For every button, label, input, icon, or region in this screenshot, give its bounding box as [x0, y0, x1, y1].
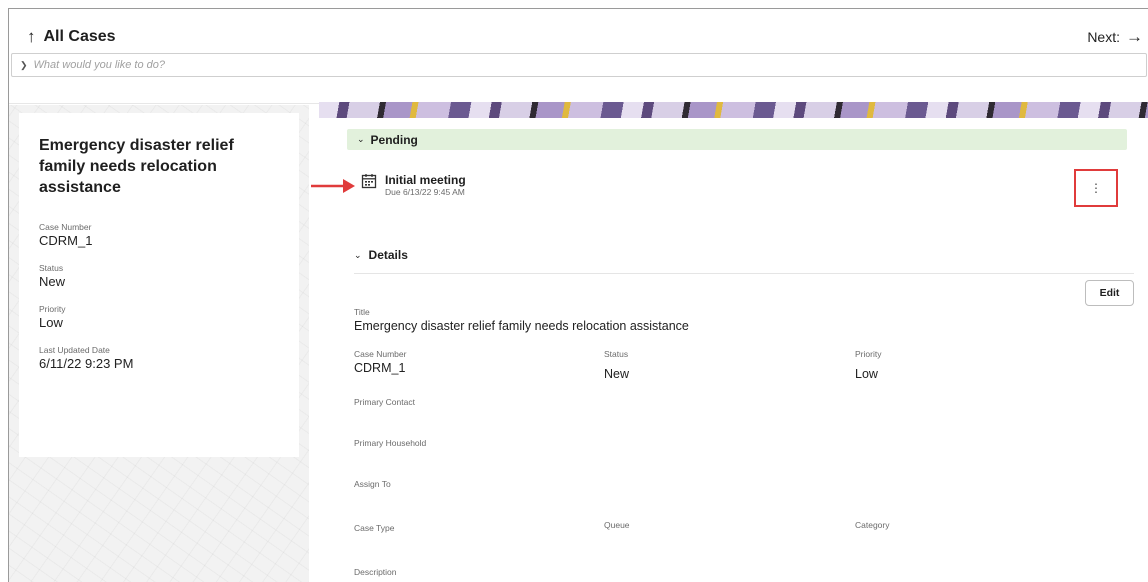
chevron-right-icon: ❯	[20, 59, 28, 70]
task-text: Initial meeting Due 6/13/22 9:45 AM	[385, 173, 466, 198]
case-number-field: Case Number CDRM_1	[39, 222, 279, 249]
field-label: Category	[855, 520, 890, 530]
task-title: Initial meeting	[385, 173, 466, 187]
task-due-date: Due 6/13/22 9:45 AM	[385, 187, 465, 197]
field-label: Primary Household	[354, 438, 427, 448]
field-label: Status	[604, 349, 629, 359]
app-window: ↑ All Cases Next: → ❯ Emergency disaster…	[8, 8, 1148, 582]
decorative-banner	[319, 102, 1148, 118]
field-value: CDRM_1	[39, 233, 93, 248]
next-label: Next:	[1087, 29, 1120, 45]
case-summary-card: Emergency disaster relief family needs r…	[19, 113, 299, 457]
case-type-field: Case Type	[354, 523, 394, 534]
assign-to-field: Assign To	[354, 479, 391, 490]
chevron-down-icon: ⌄	[357, 134, 365, 144]
field-label: Priority	[39, 304, 66, 314]
field-value: Low	[39, 315, 63, 330]
field-value: Low	[855, 367, 878, 381]
annotation-arrow-icon	[311, 179, 355, 193]
field-value: Emergency disaster relief family needs r…	[354, 319, 689, 333]
field-label: Description	[354, 567, 397, 577]
field-label: Last Updated Date	[39, 345, 110, 355]
field-label: Case Number	[39, 222, 92, 232]
details-label: Details	[368, 248, 408, 262]
title-field: Title Emergency disaster relief family n…	[354, 307, 689, 334]
pending-label: Pending	[370, 132, 418, 147]
chevron-down-icon: ⌄	[354, 249, 362, 260]
all-cases-label: All Cases	[43, 28, 116, 45]
pending-section-header[interactable]: ⌄ Pending	[347, 129, 1127, 150]
field-label: Title	[354, 307, 370, 317]
category-field: Category	[855, 520, 890, 531]
status-field: Status New	[39, 263, 279, 290]
primary-contact-field: Primary Contact	[354, 397, 415, 408]
field-value: New	[604, 367, 630, 381]
edit-button[interactable]: Edit	[1085, 280, 1134, 306]
up-arrow-icon: ↑	[27, 27, 36, 46]
field-label: Status	[39, 263, 64, 273]
field-label: Priority	[855, 349, 882, 359]
field-label: Queue	[604, 520, 630, 530]
command-input[interactable]	[33, 59, 1104, 71]
main-panel: ⌄ Pending Initial meeting Due 6/13/22 9:	[309, 118, 1148, 582]
primary-household-field: Primary Household	[354, 438, 426, 449]
status-field: Status New	[604, 349, 629, 382]
all-cases-link[interactable]: ↑ All Cases	[27, 27, 116, 47]
case-title: Emergency disaster relief family needs r…	[39, 137, 234, 196]
field-value: CDRM_1	[354, 361, 406, 375]
description-field: Description	[354, 567, 397, 578]
field-value: New	[39, 274, 66, 289]
command-bar[interactable]: ❯	[11, 53, 1147, 77]
field-label: Assign To	[354, 479, 391, 489]
kebab-menu-icon: ⋮	[1090, 181, 1102, 195]
sub-bar	[9, 78, 1148, 104]
task-actions-button[interactable]: ⋮	[1074, 169, 1118, 207]
field-label: Case Type	[354, 523, 395, 533]
right-arrow-icon: →	[1126, 27, 1143, 46]
case-number-field: Case Number CDRM_1	[354, 349, 406, 376]
calendar-icon	[361, 174, 377, 189]
field-value: 6/11/22 9:23 PM	[39, 356, 134, 371]
priority-field: Priority Low	[39, 304, 279, 331]
next-link[interactable]: Next: →	[1087, 27, 1143, 47]
priority-field: Priority Low	[855, 349, 881, 382]
field-label: Primary Contact	[354, 397, 415, 407]
last-updated-field: Last Updated Date 6/11/22 9:23 PM	[39, 345, 279, 372]
details-section-header[interactable]: ⌄ Details	[354, 248, 408, 262]
queue-field: Queue	[604, 520, 630, 531]
field-label: Case Number	[354, 349, 407, 359]
divider	[354, 273, 1134, 274]
task-item[interactable]: Initial meeting Due 6/13/22 9:45 AM	[361, 173, 466, 198]
